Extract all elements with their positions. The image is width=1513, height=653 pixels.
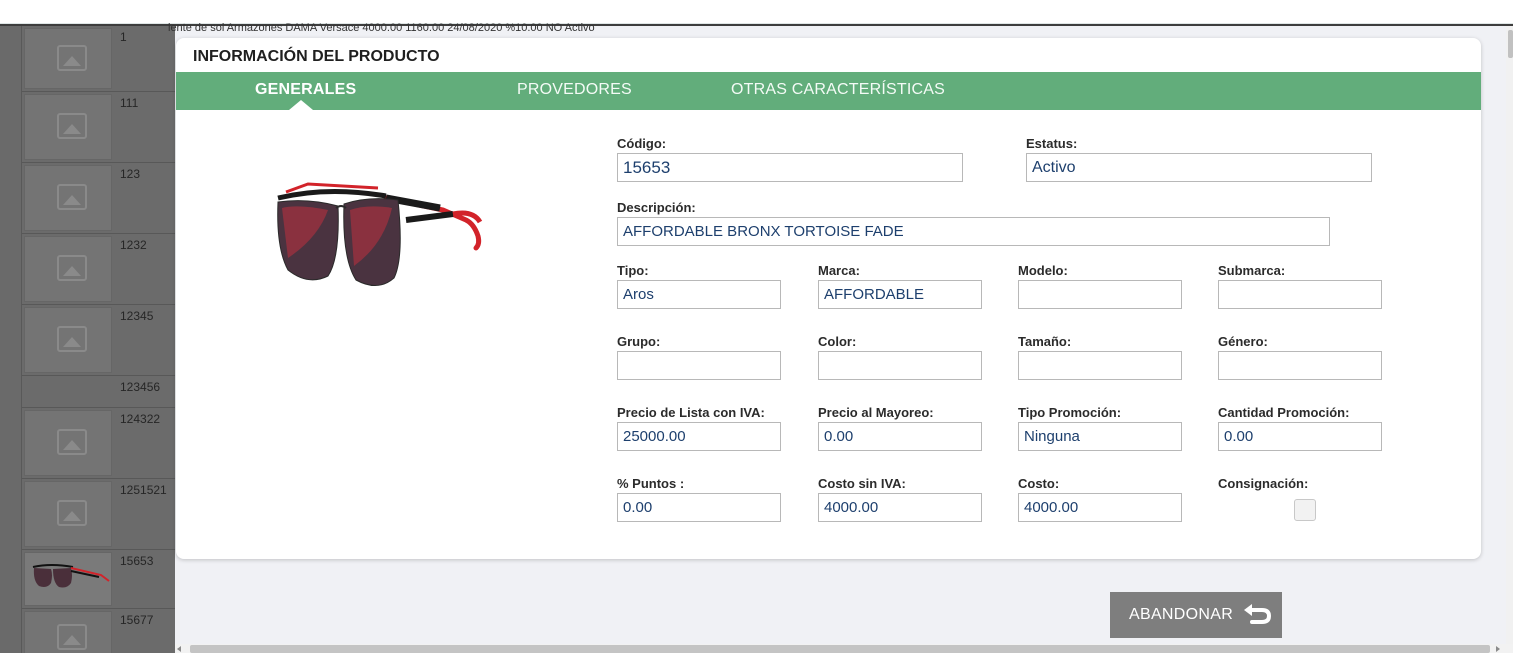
table-row: 1 [22,26,175,92]
cantidad-promocion-label: Cantidad Promoción: [1218,405,1350,420]
background-product-table: 1 111 123 1232 12345 123456 124322 1251521 15653… [0,26,175,653]
tipo-promocion-input[interactable] [1018,422,1182,451]
row-code: 124322 [120,412,161,426]
color-input[interactable] [818,351,982,380]
costo-sin-iva-label: Costo sin IVA: [818,476,906,491]
tipo-input[interactable] [617,280,781,309]
table-row: 123456 [22,376,175,408]
sunglasses-image [277,182,483,286]
modal-title: INFORMACIÓN DEL PRODUCTO [193,48,440,65]
undo-arrow-icon [1244,604,1272,624]
table-left-strip [0,26,22,653]
image-placeholder-icon [24,94,112,160]
abandon-button-label: ABANDONAR [1129,606,1234,623]
product-info-modal: INFORMACIÓN DEL PRODUCTO GENERALES PROVE… [176,38,1481,559]
scroll-right-arrow-icon[interactable] [1496,646,1500,652]
modelo-input[interactable] [1018,280,1182,309]
top-bar [0,0,1513,24]
table-row: 15677 [22,609,175,653]
precio-lista-input[interactable] [617,422,781,451]
consignacion-label: Consignación: [1218,476,1309,491]
grupo-input[interactable] [617,351,781,380]
row-code: 123456 [120,380,161,394]
abandon-button[interactable]: ABANDONAR [1110,592,1282,638]
tab-otras-caracteristicas[interactable]: OTRAS CARACTERÍSTICAS [731,81,945,99]
table-row: 124322 [22,408,175,479]
tab-generales[interactable]: GENERALES [255,81,356,99]
descripcion-label: Descripción: [617,200,696,215]
precio-mayoreo-input[interactable] [818,422,982,451]
image-placeholder-icon [24,481,112,547]
genero-label: Género: [1218,334,1268,349]
table-row: 12345 [22,305,175,376]
tipo-label: Tipo: [617,263,649,278]
row-code: 1232 [120,238,147,252]
table-row: 1232 [22,234,175,305]
genero-input[interactable] [1218,351,1382,380]
modelo-label: Modelo: [1018,263,1068,278]
estatus-label: Estatus: [1026,136,1078,151]
consignacion-checkbox[interactable] [1294,499,1316,521]
image-placeholder-icon [24,611,112,653]
tab-provedores[interactable]: PROVEDORES [517,81,632,99]
row-code: 1 [120,30,127,44]
table-row: 111 [22,92,175,163]
table-row: 123 [22,163,175,234]
tamano-label: Tamaño: [1018,334,1072,349]
vertical-scrollbar[interactable] [1506,26,1513,644]
precio-lista-label: Precio de Lista con IVA: [617,405,765,420]
image-placeholder-icon [24,307,112,373]
product-thumbnail [24,552,112,606]
precio-mayoreo-label: Precio al Mayoreo: [818,405,934,420]
background-table-header-row: lente de sol Armazones DAMA Versace 4000… [168,22,595,34]
scroll-left-arrow-icon[interactable] [177,646,181,652]
costo-sin-iva-input[interactable] [818,493,982,522]
tipo-promocion-label: Tipo Promoción: [1018,405,1122,420]
costo-input[interactable] [1018,493,1182,522]
cantidad-promocion-input[interactable] [1218,422,1382,451]
costo-label: Costo: [1018,476,1060,491]
submarca-label: Submarca: [1218,263,1286,278]
row-code: 123 [120,167,141,181]
table-row: 15653 [22,550,175,609]
marca-label: Marca: [818,263,860,278]
table-row: 1251521 [22,479,175,550]
row-code: 1251521 [120,483,167,497]
puntos-label: % Puntos : [617,476,685,491]
codigo-label: Código: [617,136,667,151]
image-placeholder-icon [24,410,112,476]
image-placeholder-icon [24,28,112,89]
row-code: 15653 [120,554,154,568]
row-code: 12345 [120,309,154,323]
image-placeholder-icon [24,165,112,231]
tamano-input[interactable] [1018,351,1182,380]
puntos-input[interactable] [617,493,781,522]
row-code: 15677 [120,613,154,627]
grupo-label: Grupo: [617,334,661,349]
row-code: 111 [120,96,139,110]
marca-input[interactable] [818,280,982,309]
codigo-input[interactable] [617,153,963,182]
estatus-input[interactable] [1026,153,1372,182]
descripcion-input[interactable] [617,217,1330,246]
image-placeholder-icon [24,236,112,302]
horizontal-scrollbar-thumb[interactable] [190,645,1490,653]
color-label: Color: [818,334,857,349]
submarca-input[interactable] [1218,280,1382,309]
vertical-scrollbar-thumb[interactable] [1508,30,1513,58]
tab-bar: GENERALES PROVEDORES OTRAS CARACTERÍSTIC… [176,72,1481,110]
active-tab-indicator [289,100,313,110]
